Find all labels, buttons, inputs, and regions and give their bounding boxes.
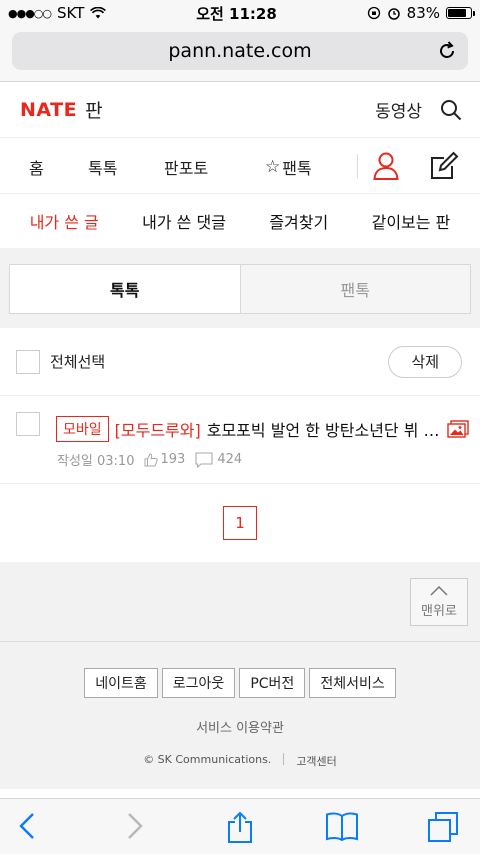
clock: 오전 11:28 <box>196 4 277 23</box>
post-likes: 193 <box>160 452 186 467</box>
mobile-badge: 모바일 <box>56 416 109 442</box>
url-text: pann.nate.com <box>168 40 312 62</box>
page-number-current[interactable]: 1 <box>223 506 257 540</box>
tab-toktok[interactable]: 톡톡 <box>10 265 240 313</box>
scroll-top-label: 맨위로 <box>421 603 457 619</box>
copyright: © SK Communications. <box>143 753 272 766</box>
browser-toolbar <box>0 798 480 854</box>
tab-bar: 톡톡 팬톡 <box>9 264 471 314</box>
nav-item-toktok[interactable]: 톡톡 <box>88 155 117 179</box>
scroll-top-button[interactable]: 맨위로 <box>410 578 468 626</box>
image-attached-icon <box>447 420 469 438</box>
alarm-icon <box>387 8 400 20</box>
star-icon: ☆ <box>265 157 281 177</box>
main-nav: 홈 톡톡 판포토 ☆ 팬톡 <box>0 138 480 194</box>
chevron-up-icon <box>430 585 448 596</box>
tab-fantalk[interactable]: 팬톡 <box>239 265 470 313</box>
post-date: 작성일 03:10 <box>57 454 135 469</box>
subnav-my-comments[interactable]: 내가 쓴 댓글 <box>142 209 226 233</box>
thumbs-up-icon <box>144 452 159 466</box>
subnav-my-posts[interactable]: 내가 쓴 글 <box>30 209 99 233</box>
video-link[interactable]: 동영상 <box>375 97 422 122</box>
list-item[interactable]: 모바일 [모두드루와] 호모포빅 발언 한 방탄소년단 뷔 팬들 작성일 03:… <box>0 396 480 484</box>
select-all-checkbox[interactable] <box>16 349 40 374</box>
rotation-lock-icon <box>367 6 380 20</box>
browser-bar: pann.nate.com <box>0 26 480 82</box>
select-all-label: 전체선택 <box>50 353 106 371</box>
nav-item-panphoto[interactable]: 판포토 <box>164 155 208 179</box>
back-icon[interactable] <box>16 811 38 841</box>
status-bar: ●●●○○ SKT 오전 11:28 83% <box>0 0 480 26</box>
post-comments: 424 <box>217 452 243 467</box>
write-icon[interactable] <box>429 151 459 181</box>
sub-nav: 내가 쓴 글 내가 쓴 댓글 즐겨찾기 같이보는 판 <box>0 194 480 248</box>
share-icon[interactable] <box>226 811 254 843</box>
post-title[interactable]: 호모포빅 발언 한 방탄소년단 뷔 팬들 <box>207 417 443 441</box>
top-area: 맨위로 <box>0 562 480 642</box>
nav-item-home[interactable]: 홈 <box>29 155 44 179</box>
terms-link[interactable]: 서비스 이용약관 <box>0 717 480 736</box>
nav-item-fantalk[interactable]: ☆ 팬톡 <box>265 155 312 179</box>
search-icon[interactable] <box>440 99 462 121</box>
footer-pc-version-button[interactable]: PC버전 <box>239 668 306 698</box>
nav-item-fantalk-label: 팬톡 <box>282 159 312 178</box>
user-icon[interactable] <box>372 151 400 181</box>
footer: 네이트홈 로그아웃 PC버전 전체서비스 서비스 이용약관 © SK Commu… <box>0 642 480 789</box>
post-category: [모두드루와] <box>114 421 201 440</box>
comment-icon <box>195 451 213 468</box>
post-checkbox[interactable] <box>16 412 40 436</box>
help-center-link[interactable]: 고객센터 <box>296 753 336 769</box>
site-logo[interactable]: NATE 판 <box>20 96 103 123</box>
footer-logout-button[interactable]: 로그아웃 <box>161 668 236 698</box>
forward-icon[interactable] <box>124 811 146 841</box>
signal-icon: ●●●○○ <box>8 6 52 20</box>
section-title: 판 <box>85 100 103 122</box>
tabs-icon[interactable] <box>427 811 459 843</box>
nav-divider <box>357 154 358 178</box>
bookmarks-icon[interactable] <box>325 811 359 841</box>
footer-divider <box>283 753 285 765</box>
battery-icon <box>446 7 475 19</box>
footer-nate-home-button[interactable]: 네이트홈 <box>84 668 158 698</box>
pagination: 1 <box>0 484 480 562</box>
wifi-icon <box>90 7 107 19</box>
nate-logo: NATE <box>20 98 78 121</box>
delete-button[interactable]: 삭제 <box>388 345 462 378</box>
reload-icon[interactable] <box>436 40 458 62</box>
carrier-label: SKT <box>57 4 85 22</box>
select-row: 전체선택 삭제 <box>0 328 480 396</box>
subnav-shared[interactable]: 같이보는 판 <box>372 209 451 233</box>
address-bar[interactable]: pann.nate.com <box>12 32 468 70</box>
site-header: NATE 판 동영상 <box>0 82 480 138</box>
battery-percent: 83% <box>406 4 440 22</box>
footer-all-services-button[interactable]: 전체서비스 <box>309 668 396 698</box>
subnav-favorites[interactable]: 즐겨찾기 <box>269 209 328 233</box>
tab-area: 톡톡 팬톡 <box>0 248 480 328</box>
